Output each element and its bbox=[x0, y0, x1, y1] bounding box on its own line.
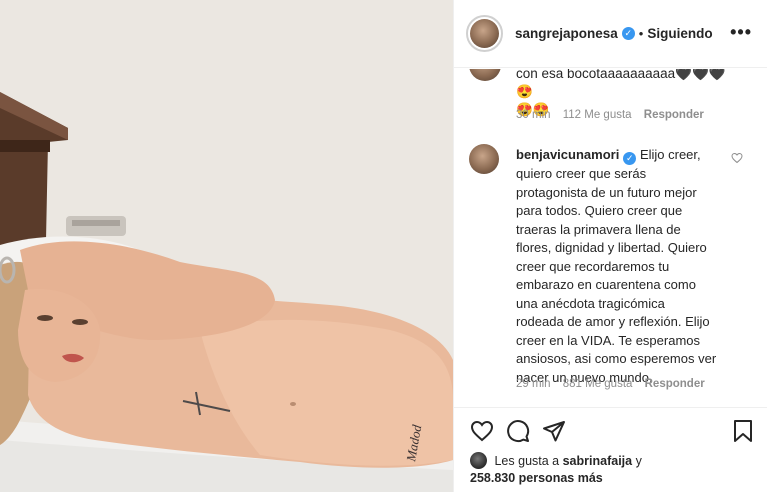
likes-summary: Les gusta a sabrinafaija y 258.830 perso… bbox=[470, 452, 642, 487]
post-photo[interactable]: Madod bbox=[0, 0, 453, 492]
comment-likes[interactable]: 881 Me gusta bbox=[563, 378, 633, 390]
verified-badge-icon: ✓ bbox=[621, 27, 635, 40]
comment-meta: 29 min 881 Me gusta Responder bbox=[516, 378, 714, 390]
comment-meta: 30 min 112 Me gusta Responder bbox=[516, 109, 713, 121]
post-actions: Les gusta a sabrinafaija y 258.830 perso… bbox=[454, 407, 767, 492]
comment-text-line: Elijo creer, bbox=[639, 147, 701, 162]
comment-text-line: una anécdota tragicómica bbox=[516, 295, 665, 311]
comment-text-line: creer que recordaremos tu bbox=[516, 258, 670, 274]
comment-time[interactable]: 30 min bbox=[516, 109, 551, 121]
comment-text-line: rodeada de amor y reflexión. Elijo bbox=[516, 314, 710, 329]
post-image: Madod bbox=[0, 0, 453, 492]
liker-avatar[interactable] bbox=[470, 452, 487, 469]
comment-text-line: creer en la VIDA. Te esperamos bbox=[516, 332, 701, 348]
likes-and: y bbox=[635, 454, 642, 468]
likes-prefix: Les gusta a bbox=[494, 454, 560, 468]
comment-likes[interactable]: 112 Me gusta bbox=[563, 109, 632, 121]
comment-text-line: embarazo en cuarentena como bbox=[516, 277, 696, 292]
comments-list[interactable]: con esa bocotaaaaaaaaaa🖤🖤🖤😍 😍😍 30 min 11… bbox=[454, 69, 767, 407]
comment-text-line: con esa bocotaaaaaaaaaa🖤🖤🖤😍 bbox=[516, 69, 726, 99]
verified-badge-icon: ✓ bbox=[623, 152, 637, 165]
commenter-avatar[interactable] bbox=[469, 69, 501, 81]
reply-button[interactable]: Responder bbox=[644, 109, 704, 121]
author-avatar-ring[interactable] bbox=[466, 15, 503, 52]
post-side-panel: sangrejaponesa ✓ • Siguiendo ••• con esa… bbox=[453, 0, 767, 492]
like-heart-icon[interactable] bbox=[470, 419, 494, 443]
comment-time[interactable]: 29 min bbox=[516, 378, 551, 390]
comment-text: benjavicunamori ✓ Elijo creer, quiero cre… bbox=[516, 146, 738, 387]
post-header: sangrejaponesa ✓ • Siguiendo ••• bbox=[454, 0, 767, 68]
more-options-icon[interactable]: ••• bbox=[730, 22, 752, 43]
liker-username[interactable]: sabrinafaija bbox=[563, 454, 632, 468]
author-avatar[interactable] bbox=[470, 19, 499, 48]
comment-text-line: quiero creer que serás bbox=[516, 166, 647, 181]
like-comment-heart-icon[interactable] bbox=[731, 152, 743, 164]
comment-text-line: ansiosos, asi como esperemos ver bbox=[516, 351, 717, 366]
author-username[interactable]: sangrejaponesa bbox=[515, 26, 618, 41]
comment-bubble-icon[interactable] bbox=[506, 419, 530, 443]
comment-text-line: traeras la primavera llena de bbox=[516, 221, 681, 237]
comment-text-line: para todos. Quiero creer que bbox=[516, 203, 683, 218]
comment-username[interactable]: benjavicunamori bbox=[516, 147, 619, 162]
following-button[interactable]: Siguiendo bbox=[647, 26, 712, 41]
share-send-icon[interactable] bbox=[542, 419, 566, 443]
commenter-avatar[interactable] bbox=[469, 144, 499, 174]
save-bookmark-icon[interactable] bbox=[732, 419, 754, 443]
likes-count[interactable]: 258.830 personas más bbox=[470, 471, 603, 485]
separator-dot: • bbox=[638, 26, 644, 41]
reply-button[interactable]: Responder bbox=[645, 378, 705, 390]
comment-text-line: flores, dignidad y libertad. Quiero bbox=[516, 240, 707, 255]
comment-text-line: protagonista de un futuro mejor bbox=[516, 184, 697, 200]
